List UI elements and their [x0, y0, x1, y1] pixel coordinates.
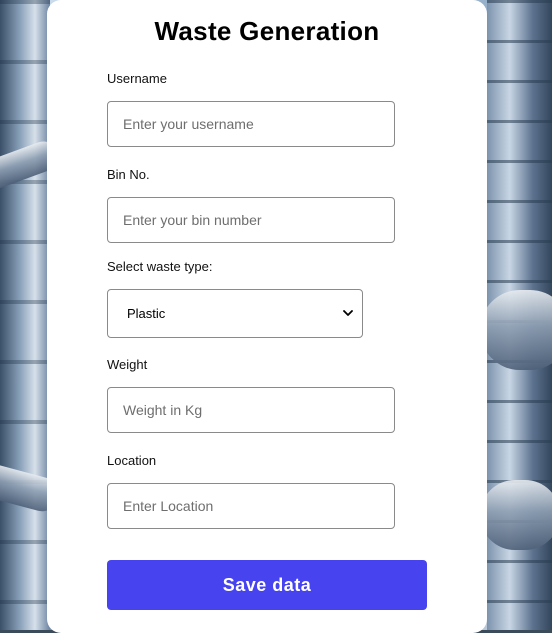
username-input[interactable] — [107, 101, 395, 147]
form-title: Waste Generation — [154, 16, 380, 46]
background-pipe — [480, 480, 552, 550]
background-pipe — [480, 290, 552, 370]
weight-input[interactable] — [107, 387, 395, 433]
save-data-button[interactable]: Save data — [107, 560, 427, 610]
background-pipes-left — [0, 0, 50, 633]
weight-label: Weight — [107, 357, 148, 372]
chevron-down-icon — [343, 309, 353, 319]
waste-type-select[interactable]: Plastic — [107, 289, 363, 338]
waste-type-selected-value: Plastic — [127, 306, 166, 321]
bin-no-label: Bin No. — [107, 167, 150, 182]
waste-form-card: Waste Generation Username Bin No. Select… — [47, 0, 487, 633]
bin-number-input[interactable] — [107, 197, 395, 243]
location-input[interactable] — [107, 483, 395, 529]
username-label: Username — [107, 71, 167, 86]
location-label: Location — [107, 453, 157, 468]
waste-type-label: Select waste type: — [107, 259, 213, 274]
